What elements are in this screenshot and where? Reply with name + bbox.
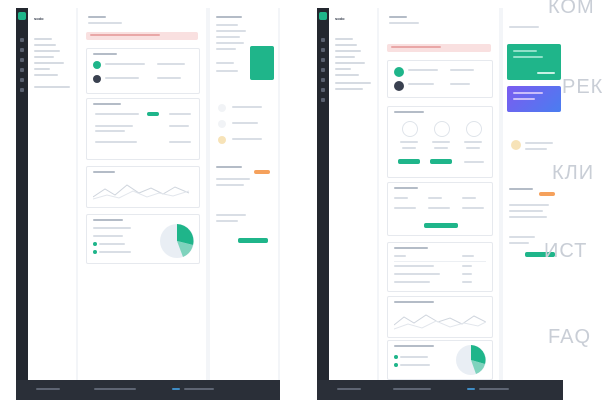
- nav-item[interactable]: [335, 38, 353, 40]
- select-plan-button[interactable]: [398, 159, 420, 164]
- left-navigation-column: sodo: [28, 8, 76, 400]
- app-logo-icon: [319, 12, 327, 20]
- right-navigation-column: sodo: [329, 8, 377, 400]
- nav-icon[interactable]: [20, 78, 24, 82]
- section-label: КЛИ: [552, 162, 595, 184]
- warning-banner: [86, 32, 198, 40]
- primary-action-button[interactable]: [424, 223, 458, 228]
- nav-item[interactable]: [335, 56, 355, 58]
- left-dashboard-mockup: sodo: [16, 8, 280, 400]
- nav-icon[interactable]: [20, 68, 24, 72]
- nav-item[interactable]: [335, 50, 361, 52]
- nav-icon[interactable]: [20, 48, 24, 52]
- promo-tile[interactable]: [507, 44, 561, 80]
- nav-icon[interactable]: [20, 58, 24, 62]
- table-card: [387, 242, 493, 292]
- left-main-content: [78, 8, 206, 380]
- nav-icon[interactable]: [321, 38, 325, 42]
- profile-card: [387, 60, 493, 98]
- nav-item[interactable]: [34, 74, 58, 76]
- nav-icon[interactable]: [321, 68, 325, 72]
- nav-item[interactable]: [335, 88, 363, 90]
- status-badge: [539, 192, 555, 196]
- section-label: РЕК: [562, 76, 602, 98]
- pie-chart: [160, 224, 194, 258]
- warning-banner: [387, 44, 491, 52]
- section-label: КОМ: [548, 0, 595, 18]
- page-subtitle: [88, 22, 122, 24]
- activity-chart: [93, 184, 190, 200]
- nav-icon[interactable]: [321, 48, 325, 52]
- nav-item[interactable]: [335, 44, 357, 46]
- nav-item[interactable]: [34, 44, 56, 46]
- nav-item[interactable]: [335, 62, 365, 64]
- nav-item[interactable]: [34, 50, 60, 52]
- status-badge: [254, 170, 270, 174]
- avatar: [93, 61, 101, 69]
- left-side-panel: [210, 8, 278, 380]
- summary-card: [387, 340, 493, 380]
- section-label: ИСТ: [544, 240, 588, 262]
- brand-name: sodo: [335, 16, 345, 21]
- select-plan-button[interactable]: [430, 159, 452, 164]
- avatar: [394, 67, 404, 77]
- brand-name: sodo: [34, 16, 44, 21]
- plans-card: [387, 106, 493, 178]
- avatar: [394, 81, 404, 91]
- toggle-switch[interactable]: [147, 112, 159, 116]
- stats-card: [387, 182, 493, 236]
- summary-card: [86, 214, 200, 264]
- nav-item[interactable]: [335, 68, 351, 70]
- right-main-content: [379, 8, 499, 380]
- right-footer: [317, 380, 563, 400]
- nav-item[interactable]: [34, 62, 64, 64]
- nav-item[interactable]: [34, 68, 50, 70]
- nav-icon[interactable]: [321, 88, 325, 92]
- nav-icon[interactable]: [321, 78, 325, 82]
- nav-icon[interactable]: [321, 58, 325, 62]
- nav-icon[interactable]: [321, 98, 325, 102]
- nav-icon[interactable]: [20, 38, 24, 42]
- activity-chart-card: [86, 166, 200, 208]
- nav-item[interactable]: [34, 56, 54, 58]
- activity-chart: [394, 314, 486, 330]
- pie-chart: [456, 345, 486, 375]
- nav-item[interactable]: [34, 38, 52, 40]
- right-icon-rail: [317, 8, 329, 400]
- activity-chart-card: [387, 296, 493, 338]
- profile-card: [86, 48, 200, 94]
- primary-action-button[interactable]: [238, 238, 268, 243]
- settings-card: [86, 98, 200, 160]
- left-icon-rail: [16, 8, 28, 400]
- promo-tile[interactable]: [250, 46, 274, 80]
- page-title: [88, 16, 106, 18]
- app-logo-icon: [18, 12, 26, 20]
- nav-item[interactable]: [335, 82, 371, 84]
- left-footer: [16, 380, 280, 400]
- nav-item[interactable]: [335, 74, 359, 76]
- avatar: [93, 75, 101, 83]
- promo-banner[interactable]: [507, 86, 561, 112]
- nav-icon[interactable]: [20, 88, 24, 92]
- right-side-panel: [503, 8, 563, 380]
- right-dashboard-mockup: sodo: [317, 8, 563, 400]
- section-label: FAQ: [548, 326, 592, 348]
- nav-item[interactable]: [34, 86, 70, 88]
